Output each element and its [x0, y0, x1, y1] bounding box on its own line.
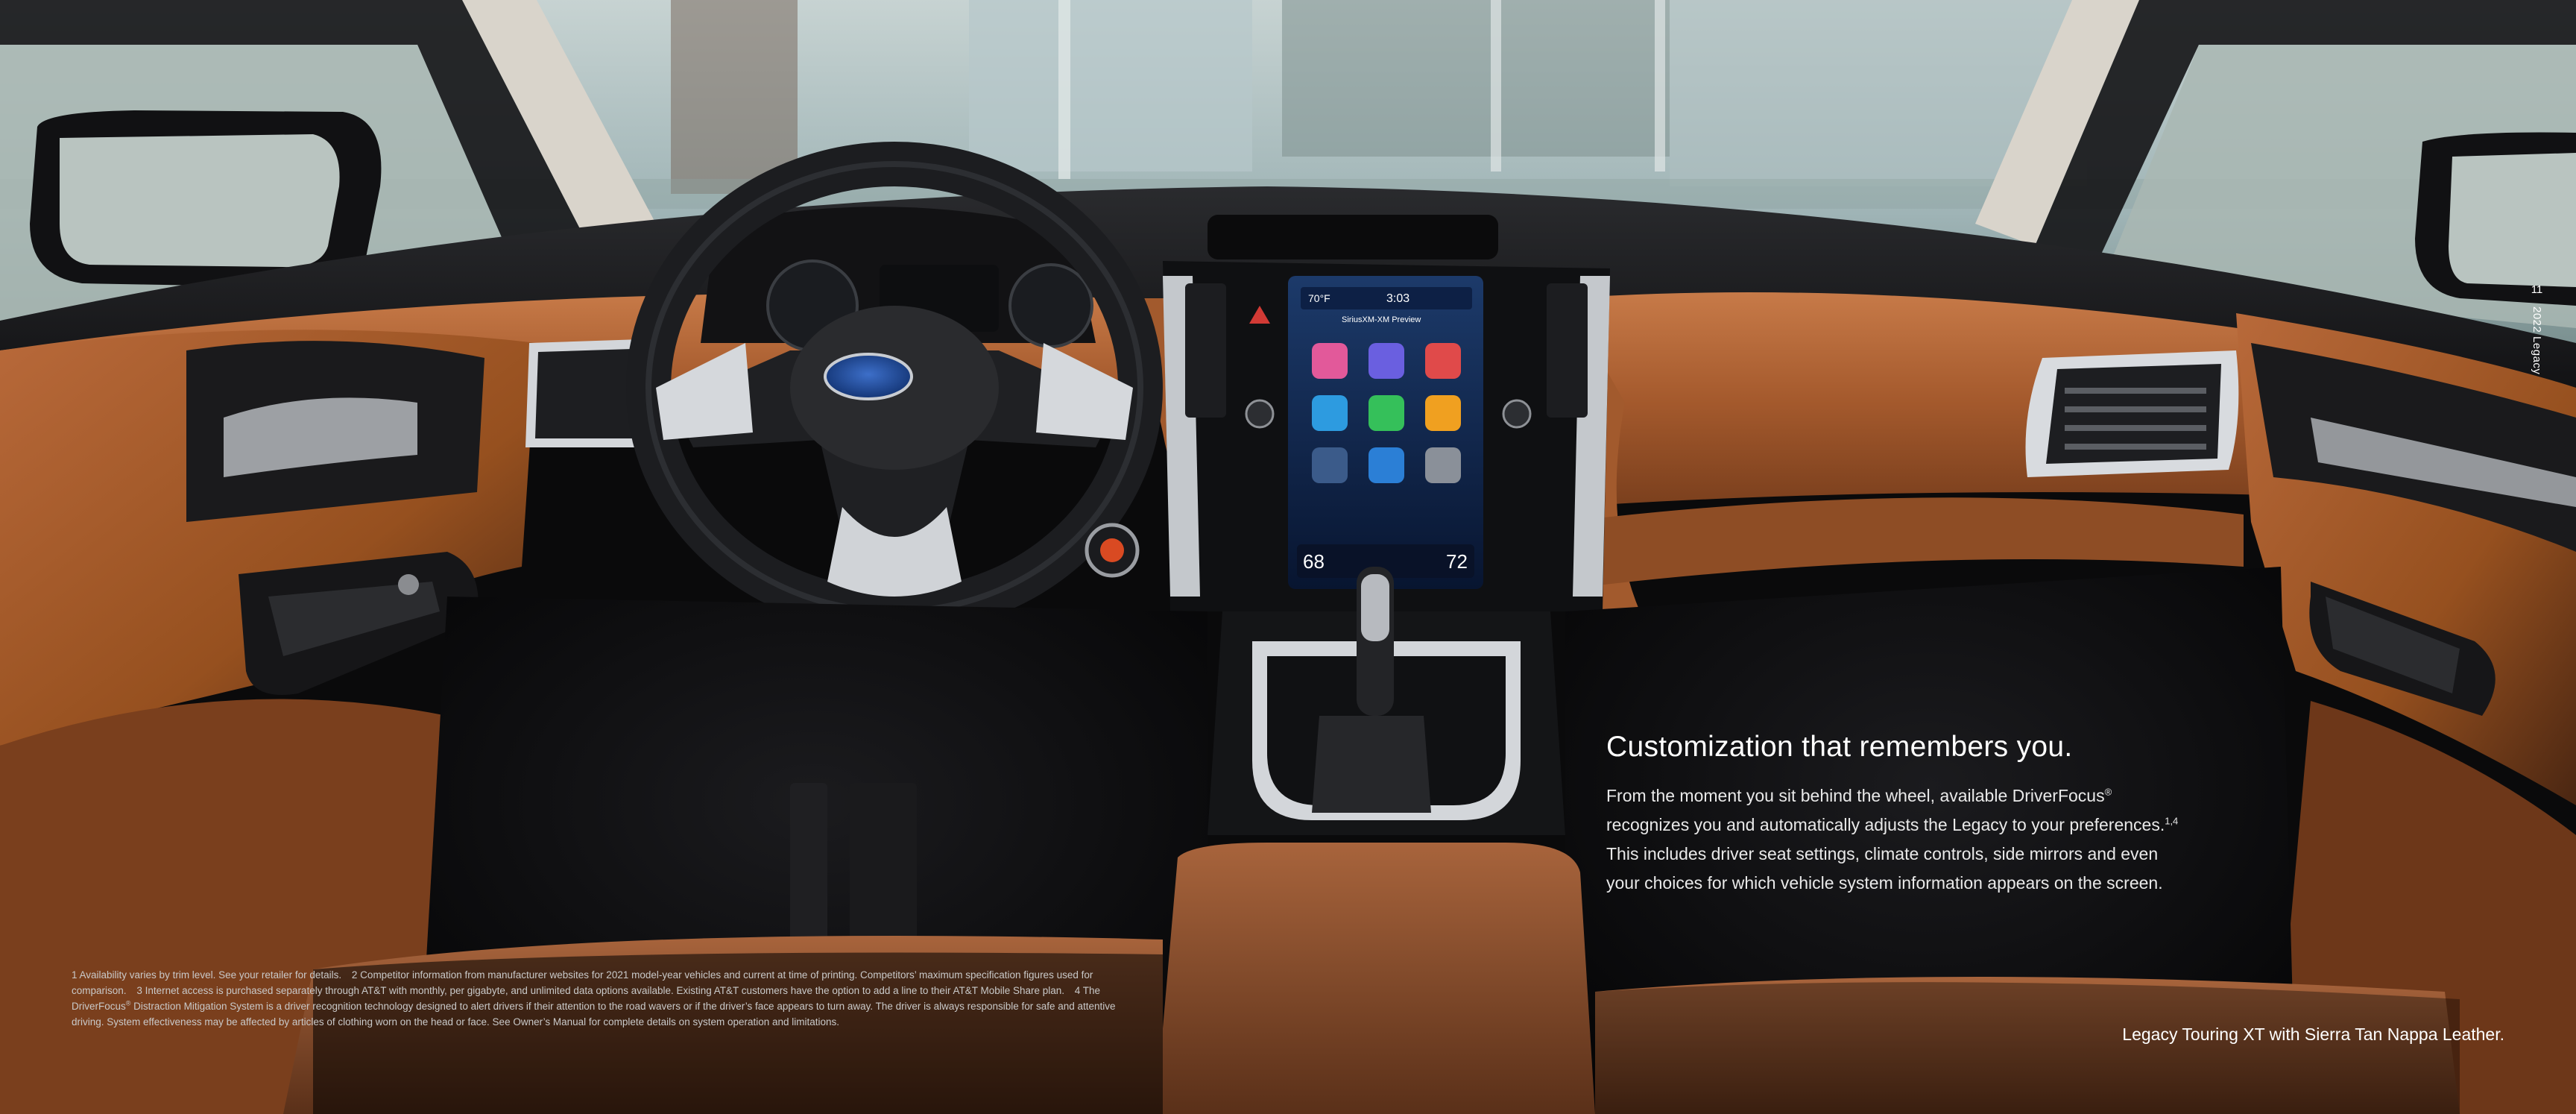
footnote-ref: 1,4	[2165, 815, 2179, 827]
body-line-2: recognizes you and automatically adjusts…	[1606, 815, 2165, 834]
body-copy: From the moment you sit behind the wheel…	[1606, 781, 2277, 898]
screen-temp: 70°F	[1308, 292, 1330, 304]
left-temp: 68	[1303, 550, 1325, 573]
footnotes: 1 Availability varies by trim level. See…	[72, 967, 1134, 1030]
screen-clock: 3:03	[1386, 292, 1409, 305]
interior-photo: 70°F 3:03 SiriusXM-XM Preview 68 72	[0, 0, 2576, 1114]
registered-mark: ®	[2104, 786, 2112, 798]
body-line-1: From the moment you sit behind the wheel…	[1606, 786, 2105, 805]
screen-now-playing: SiriusXM-XM Preview	[1342, 315, 1421, 324]
right-temp: 72	[1446, 550, 1468, 573]
footnote-4-rest: Distraction Mitigation System is a drive…	[72, 1001, 1116, 1028]
photo-caption: Legacy Touring XT with Sierra Tan Nappa …	[2122, 1025, 2504, 1044]
body-line-4: your choices for which vehicle system in…	[1606, 873, 2163, 893]
page-number: 11	[2531, 283, 2543, 296]
headline: Customization that remembers you.	[1606, 731, 2073, 763]
footnote-1: 1 Availability varies by trim level. See…	[72, 969, 342, 981]
footnote-3: 3 Internet access is purchased separatel…	[136, 985, 1065, 996]
body-line-3: This includes driver seat settings, clim…	[1606, 844, 2159, 863]
screen-app-grid	[1312, 343, 1461, 483]
page-marker: 11 2022 Legacy	[2531, 283, 2543, 374]
running-title: 2022 Legacy	[2531, 306, 2543, 375]
